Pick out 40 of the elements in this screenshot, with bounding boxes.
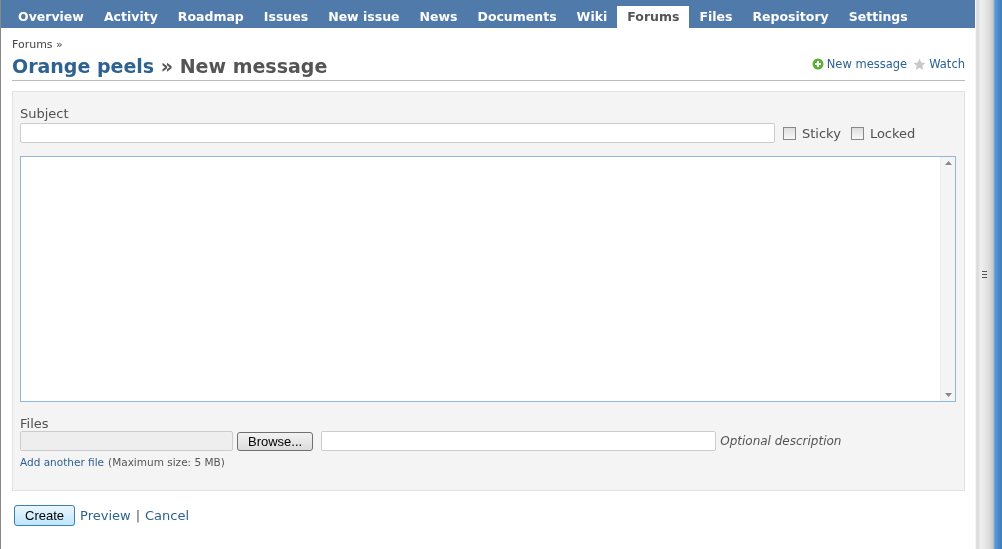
scroll-up-icon[interactable] [944, 161, 952, 165]
window-scrollbar[interactable] [975, 0, 1002, 549]
checkbox[interactable] [783, 126, 796, 140]
add-file-link[interactable]: Add another file [20, 456, 105, 468]
preview-link[interactable]: Preview [80, 508, 131, 523]
subject-field[interactable] [20, 123, 775, 143]
tab[interactable]: Repository [742, 6, 839, 28]
tab[interactable]: Overview [8, 6, 94, 28]
cancel-link[interactable]: Cancel [145, 508, 190, 523]
tab[interactable]: Activity [93, 6, 168, 28]
tab[interactable]: Forums [617, 6, 690, 28]
checkbox[interactable] [850, 126, 864, 140]
breadcrumb-link[interactable]: Forums » [12, 38, 63, 51]
board-link[interactable]: Orange peels [12, 55, 155, 77]
description-field[interactable] [321, 431, 717, 451]
tab[interactable]: Files [689, 6, 743, 28]
create-button[interactable]: Create [14, 505, 76, 526]
max-size-note: (Maximum size: 5 MB) [108, 456, 225, 468]
add-icon [811, 58, 824, 70]
subject-label: Subject [20, 106, 70, 121]
tab[interactable]: Issues [253, 6, 319, 28]
description-hint: Optional description [720, 434, 842, 448]
scroll-down-icon[interactable] [944, 393, 952, 397]
tab[interactable]: Settings [838, 6, 918, 28]
file-path-field[interactable] [20, 431, 233, 451]
checkbox-label: Locked [869, 125, 916, 141]
checkbox-label: Sticky [802, 125, 841, 141]
files-label: Files [20, 416, 50, 431]
page-title: Orange peels » New message [12, 55, 328, 77]
scrollbar[interactable] [940, 157, 955, 401]
tab[interactable]: News [409, 6, 468, 28]
action-link[interactable]: Watch [913, 57, 965, 71]
link-separator: | [135, 508, 141, 523]
tab[interactable]: Documents [467, 6, 567, 28]
tab[interactable]: Roadmap [167, 6, 254, 28]
action-link[interactable]: New message [811, 57, 908, 71]
tab[interactable]: New issue [318, 6, 410, 28]
tab[interactable]: Wiki [566, 6, 618, 28]
star-icon [913, 57, 927, 71]
browse-button[interactable]: Browse... [237, 431, 314, 451]
